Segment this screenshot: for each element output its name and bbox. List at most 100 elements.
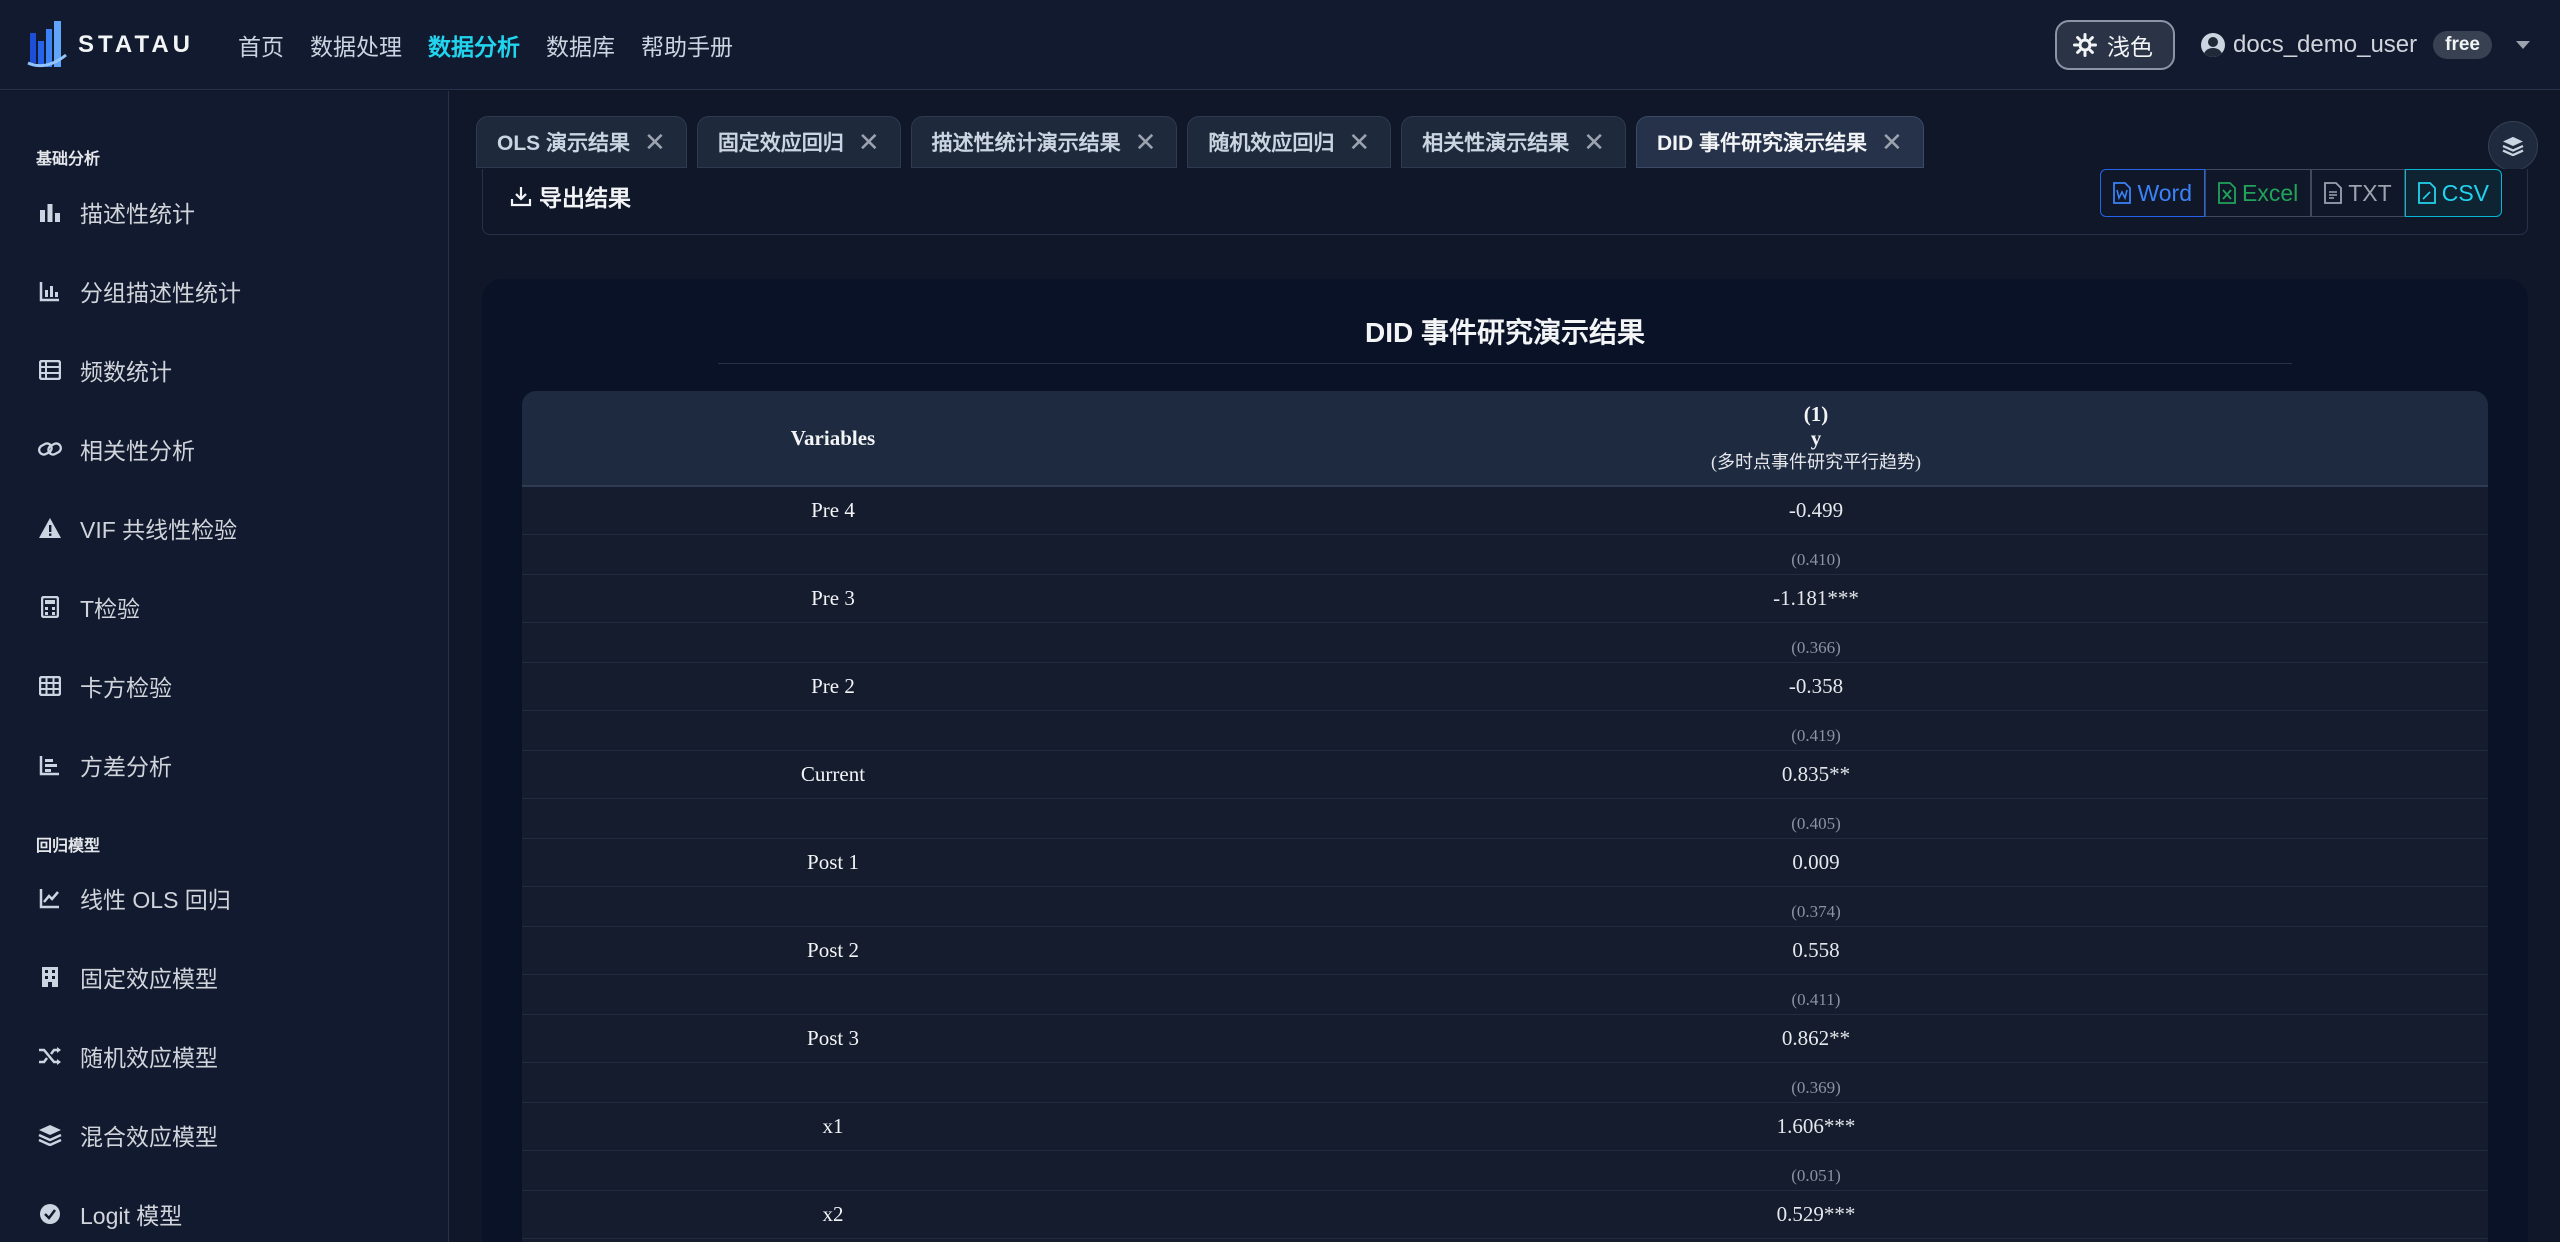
sidebar-section-title: 基础分析 bbox=[36, 151, 101, 168]
sidebar-item-vif[interactable]: VIF 共线性检验 bbox=[0, 488, 448, 567]
word-file-icon bbox=[2113, 182, 2132, 204]
row-standard-error: (0.410) bbox=[1791, 549, 1841, 569]
nav-home[interactable]: 首页 bbox=[238, 28, 284, 62]
close-icon[interactable]: ✕ bbox=[1583, 129, 1605, 155]
sidebar-item-frequency[interactable]: 频数统计 bbox=[0, 330, 448, 409]
sidebar-item-logit[interactable]: Logit 模型 bbox=[0, 1174, 448, 1242]
csv-file-icon bbox=[2417, 182, 2436, 204]
download-icon bbox=[510, 187, 532, 207]
nav-help-manual[interactable]: 帮助手册 bbox=[641, 28, 733, 62]
result-tabs: OLS 演示结果 ✕ 固定效应回归 ✕ 描述性统计演示结果 ✕ 随机效应回归 ✕… bbox=[476, 116, 1924, 168]
logo-text: STATAU bbox=[78, 30, 194, 58]
sidebar-item-label: T检验 bbox=[80, 595, 141, 622]
sidebar-item-ols[interactable]: 线性 OLS 回归 bbox=[0, 858, 448, 937]
building-icon bbox=[38, 965, 62, 989]
nav-data-processing[interactable]: 数据处理 bbox=[310, 28, 402, 62]
nav-data-analysis[interactable]: 数据分析 bbox=[428, 28, 520, 62]
export-txt-label: TXT bbox=[2348, 179, 2392, 206]
table-row: Post 3 0.862** bbox=[522, 1015, 2488, 1063]
main-nav: 首页 数据处理 数据分析 数据库 帮助手册 bbox=[238, 28, 733, 62]
gear-icon bbox=[2073, 33, 2098, 57]
row-standard-error: (0.411) bbox=[1791, 989, 1841, 1009]
tab-descriptive-result[interactable]: 描述性统计演示结果 ✕ bbox=[910, 116, 1178, 168]
row-coefficient: 0.558 bbox=[1792, 938, 1840, 962]
table-row: Pre 4 -0.499 bbox=[522, 487, 2488, 535]
tab-label: 相关性演示结果 bbox=[1422, 132, 1570, 155]
row-variable: Pre 3 bbox=[811, 586, 855, 610]
bar-chart-icon bbox=[38, 200, 62, 224]
link-icon bbox=[38, 437, 62, 461]
sidebar: 基础分析 描述性统计 分组描述性统计 频数统计 相关性分析 VIF 共线性检验 bbox=[0, 91, 449, 1242]
calculator-icon bbox=[38, 595, 62, 619]
export-txt-button[interactable]: TXT bbox=[2311, 169, 2405, 217]
row-standard-error: (0.405) bbox=[1791, 813, 1841, 833]
export-excel-label: Excel bbox=[2242, 179, 2299, 206]
user-menu[interactable]: docs_demo_user free bbox=[2201, 31, 2530, 59]
export-word-button[interactable]: Word bbox=[2100, 169, 2205, 217]
sidebar-item-chi-square[interactable]: 卡方检验 bbox=[0, 646, 448, 725]
table-row: x1 1.606*** bbox=[522, 1103, 2488, 1151]
theme-toggle-label: 浅色 bbox=[2107, 34, 2154, 60]
sidebar-item-label: 线性 OLS 回归 bbox=[80, 886, 231, 913]
row-variable: Post 2 bbox=[807, 938, 859, 962]
table-row: (0.369) bbox=[522, 1063, 2488, 1103]
nav-database[interactable]: 数据库 bbox=[546, 28, 615, 62]
top-navigation-bar: STATAU 首页 数据处理 数据分析 数据库 帮助手册 浅色 docs_dem… bbox=[0, 0, 2560, 90]
line-chart-icon bbox=[38, 886, 62, 910]
tab-random-effects[interactable]: 随机效应回归 ✕ bbox=[1187, 116, 1392, 168]
shuffle-icon bbox=[38, 1044, 62, 1068]
layers-icon bbox=[38, 1123, 62, 1147]
app-logo[interactable]: STATAU bbox=[26, 0, 194, 90]
row-coefficient: 1.606*** bbox=[1776, 1114, 1856, 1138]
table-row: Post 1 0.009 bbox=[522, 839, 2488, 887]
tab-correlation-result[interactable]: 相关性演示结果 ✕ bbox=[1401, 116, 1626, 168]
plan-badge: free bbox=[2433, 31, 2492, 59]
close-icon[interactable]: ✕ bbox=[1348, 129, 1370, 155]
sidebar-item-random-effects[interactable]: 随机效应模型 bbox=[0, 1016, 448, 1095]
sidebar-item-anova[interactable]: 方差分析 bbox=[0, 725, 448, 804]
sidebar-item-descriptive-stats[interactable]: 描述性统计 bbox=[0, 172, 448, 251]
sidebar-item-fixed-effects[interactable]: 固定效应模型 bbox=[0, 937, 448, 1016]
row-standard-error: (0.369) bbox=[1791, 1077, 1841, 1097]
user-name: docs_demo_user bbox=[2233, 31, 2418, 58]
export-excel-button[interactable]: Excel bbox=[2205, 169, 2312, 217]
tab-label: 固定效应回归 bbox=[717, 132, 844, 155]
sidebar-item-label: 固定效应模型 bbox=[80, 965, 218, 992]
theme-toggle-button[interactable]: 浅色 bbox=[2055, 20, 2176, 70]
sidebar-item-grouped-descriptive[interactable]: 分组描述性统计 bbox=[0, 251, 448, 330]
export-button-group: Word Excel TXT CSV bbox=[2100, 169, 2502, 217]
table-list-icon bbox=[38, 358, 62, 382]
main-content: OLS 演示结果 ✕ 固定效应回归 ✕ 描述性统计演示结果 ✕ 随机效应回归 ✕… bbox=[450, 91, 2560, 1242]
export-csv-button[interactable]: CSV bbox=[2404, 169, 2502, 217]
header-model-1: (1) y (多时点事件研究平行趋势) bbox=[1144, 391, 2488, 485]
header-model-note: (多时点事件研究平行趋势) bbox=[1711, 452, 1921, 472]
table-row: Pre 2 -0.358 bbox=[522, 663, 2488, 711]
close-icon[interactable]: ✕ bbox=[1881, 129, 1903, 155]
sidebar-item-t-test[interactable]: T检验 bbox=[0, 567, 448, 646]
sidebar-item-label: 混合效应模型 bbox=[80, 1123, 218, 1150]
table-row: (0.411) bbox=[522, 975, 2488, 1015]
export-csv-label: CSV bbox=[2441, 179, 2489, 206]
tab-did-event-study[interactable]: DID 事件研究演示结果 ✕ bbox=[1636, 116, 1924, 168]
row-standard-error: (0.419) bbox=[1791, 725, 1841, 745]
tab-label: OLS 演示结果 bbox=[497, 132, 631, 155]
close-icon[interactable]: ✕ bbox=[644, 129, 666, 155]
grouped-chart-icon bbox=[38, 279, 62, 303]
table-row: (0.051) bbox=[522, 1151, 2488, 1191]
row-standard-error: (0.374) bbox=[1791, 901, 1841, 921]
sidebar-item-correlation[interactable]: 相关性分析 bbox=[0, 409, 448, 488]
tabs-menu-button[interactable] bbox=[2488, 121, 2538, 171]
close-icon[interactable]: ✕ bbox=[1135, 129, 1157, 155]
sidebar-item-label: VIF 共线性检验 bbox=[80, 516, 238, 543]
row-variable: x2 bbox=[822, 1202, 844, 1226]
header-variables: Variables bbox=[790, 425, 876, 450]
row-standard-error: (0.051) bbox=[1791, 1165, 1841, 1185]
tab-fixed-effects[interactable]: 固定效应回归 ✕ bbox=[696, 116, 901, 168]
tab-ols-result[interactable]: OLS 演示结果 ✕ bbox=[476, 116, 687, 168]
sidebar-item-mixed-effects[interactable]: 混合效应模型 bbox=[0, 1095, 448, 1174]
header-dependent-var: y bbox=[1810, 426, 1822, 450]
table-row: (0.374) bbox=[522, 887, 2488, 927]
row-variable: Pre 2 bbox=[811, 674, 855, 698]
row-variable: Post 3 bbox=[807, 1026, 859, 1050]
close-icon[interactable]: ✕ bbox=[858, 129, 880, 155]
